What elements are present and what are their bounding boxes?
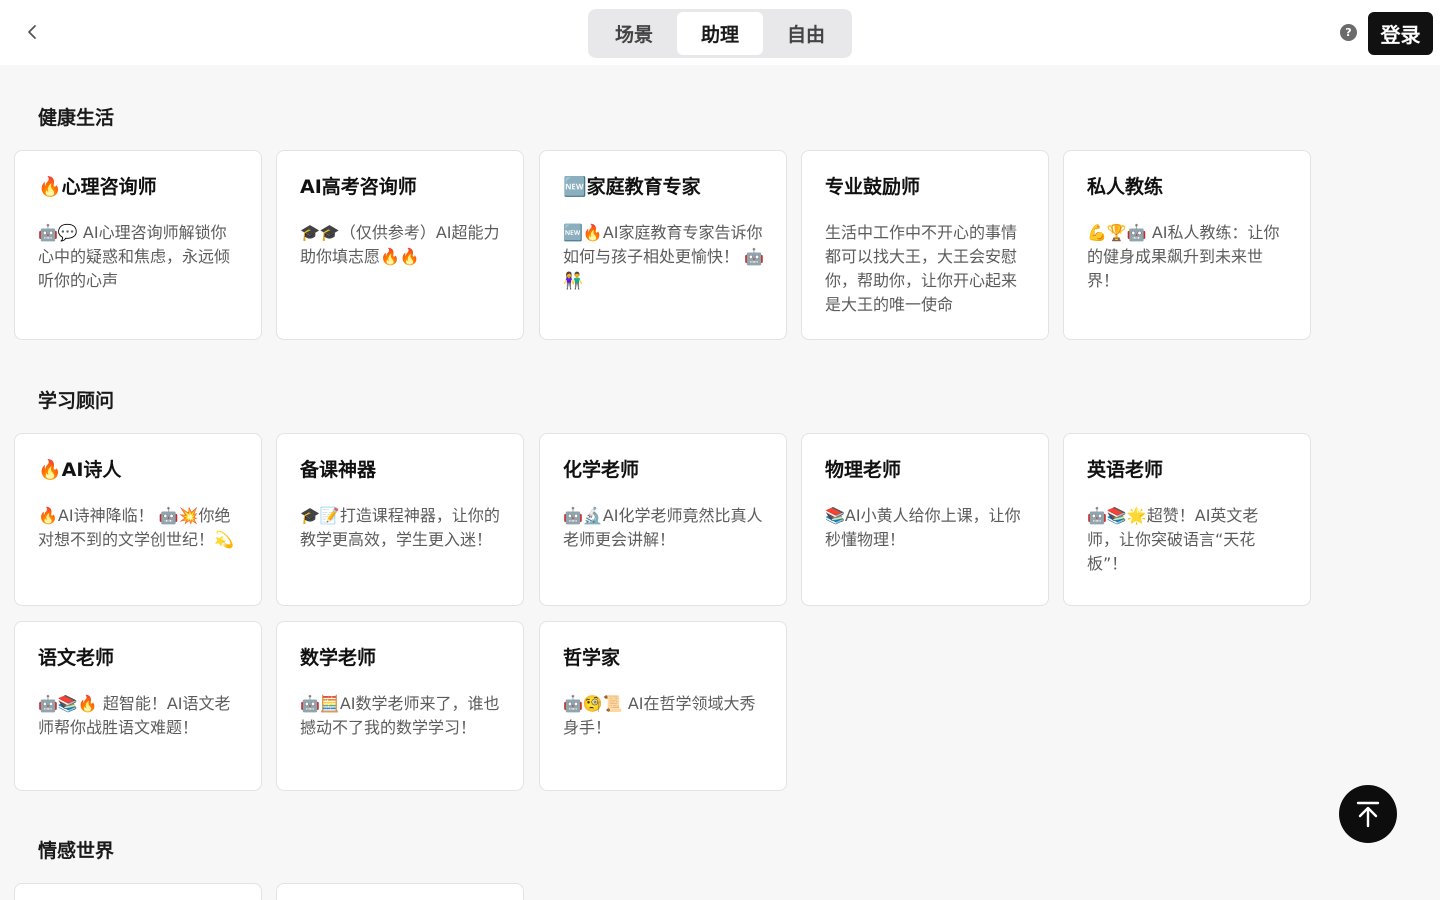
card-description: 📚AI小黄人给你上课，让你秒懂物理！ (825, 506, 1021, 549)
card-title: AI高考咨询师 (300, 176, 417, 198)
assistant-card[interactable]: 🆕家庭教育专家 🆕🔥AI家庭教育专家告诉你如何与孩子相处更愉快！ 🤖👫 (539, 150, 787, 340)
mode-tabs: 场景 助理 自由 (588, 9, 852, 58)
card-title: 🆕家庭教育专家 (563, 176, 701, 198)
card-description: 🔥AI诗神降临！ 🤖💥你绝对想不到的文学创世纪！💫 (38, 506, 234, 549)
assistant-card[interactable] (276, 883, 524, 900)
tab-free[interactable]: 自由 (763, 12, 849, 55)
card-description: 🤖🧮AI数学老师来了，谁也撼动不了我的数学学习！ (300, 694, 500, 737)
assistant-card[interactable]: 备课神器 🎓📝打造课程神器，让你的教学更高效，学生更入迷！ (276, 433, 524, 606)
section-title-emotion: 情感世界 (38, 840, 115, 862)
card-description: 🎓📝打造课程神器，让你的教学更高效，学生更入迷！ (300, 506, 500, 549)
arrow-up-to-top-icon (1356, 801, 1380, 828)
top-bar: 场景 助理 自由 ? 登录 (0, 0, 1440, 65)
card-description: 生活中工作中不开心的事情都可以找大王，大王会安慰你，帮助你，让你开心起来是大王的… (825, 223, 1018, 314)
card-title: 🔥心理咨询师 (38, 176, 157, 198)
card-title: 数学老师 (300, 647, 377, 669)
section-title-study: 学习顾问 (38, 390, 115, 412)
help-icon[interactable]: ? (1340, 24, 1357, 41)
section-title-health: 健康生活 (38, 107, 115, 129)
card-title: 私人教练 (1087, 176, 1164, 198)
card-description: 🤖📚🔥 超智能！AI语文老师帮你战胜语文难题！ (38, 694, 231, 737)
assistant-card[interactable]: 私人教练 💪🏆🤖 AI私人教练：让你的健身成果飙升到未来世界！ (1063, 150, 1311, 340)
assistant-card[interactable]: 英语老师 🤖📚🌟超赞！AI英文老师，让你突破语言“天花板”！ (1063, 433, 1311, 606)
login-button[interactable]: 登录 (1368, 12, 1433, 55)
chevron-left-icon (28, 25, 36, 39)
card-title: 哲学家 (563, 647, 621, 669)
assistant-card[interactable]: 语文老师 🤖📚🔥 超智能！AI语文老师帮你战胜语文难题！ (14, 621, 262, 791)
card-title: 语文老师 (38, 647, 115, 669)
tab-scene[interactable]: 场景 (591, 12, 677, 55)
assistant-card[interactable]: 🔥心理咨询师 🤖💬 AI心理咨询师解锁你心中的疑惑和焦虑，永远倾听你的心声 (14, 150, 262, 340)
card-description: 🤖🧐📜 AI在哲学领域大秀身手！ (563, 694, 756, 737)
scroll-to-top-button[interactable] (1339, 785, 1397, 843)
card-description: 🤖📚🌟超赞！AI英文老师，让你突破语言“天花板”！ (1087, 506, 1259, 573)
card-description: 🤖💬 AI心理咨询师解锁你心中的疑惑和焦虑，永远倾听你的心声 (38, 223, 231, 290)
assistant-card[interactable] (14, 883, 262, 900)
assistant-card[interactable]: AI高考咨询师 🎓🎓（仅供参考）AI超能力助你填志愿🔥🔥 (276, 150, 524, 340)
card-description: 🎓🎓（仅供参考）AI超能力助你填志愿🔥🔥 (300, 223, 500, 266)
assistant-card[interactable]: 物理老师 📚AI小黄人给你上课，让你秒懂物理！ (801, 433, 1049, 606)
assistant-card[interactable]: 🔥AI诗人 🔥AI诗神降临！ 🤖💥你绝对想不到的文学创世纪！💫 (14, 433, 262, 606)
card-title: 🔥AI诗人 (38, 459, 122, 481)
assistant-card[interactable]: 哲学家 🤖🧐📜 AI在哲学领域大秀身手！ (539, 621, 787, 791)
card-description: 💪🏆🤖 AI私人教练：让你的健身成果飙升到未来世界！ (1087, 223, 1280, 290)
card-description: 🆕🔥AI家庭教育专家告诉你如何与孩子相处更愉快！ 🤖👫 (563, 223, 765, 290)
tab-assistant[interactable]: 助理 (677, 12, 763, 55)
card-title: 物理老师 (825, 459, 902, 481)
assistant-card[interactable]: 化学老师 🤖🔬AI化学老师竟然比真人老师更会讲解！ (539, 433, 787, 606)
card-description: 🤖🔬AI化学老师竟然比真人老师更会讲解！ (563, 506, 763, 549)
card-title: 英语老师 (1087, 459, 1164, 481)
back-button[interactable] (18, 18, 46, 46)
assistant-list: 健康生活 🔥心理咨询师 🤖💬 AI心理咨询师解锁你心中的疑惑和焦虑，永远倾听你的… (0, 65, 1440, 900)
card-title: 备课神器 (300, 459, 377, 481)
assistant-card[interactable]: 专业鼓励师 生活中工作中不开心的事情都可以找大王，大王会安慰你，帮助你，让你开心… (801, 150, 1049, 340)
card-title: 化学老师 (563, 459, 640, 481)
card-title: 专业鼓励师 (825, 176, 921, 198)
assistant-card[interactable]: 数学老师 🤖🧮AI数学老师来了，谁也撼动不了我的数学学习！ (276, 621, 524, 791)
